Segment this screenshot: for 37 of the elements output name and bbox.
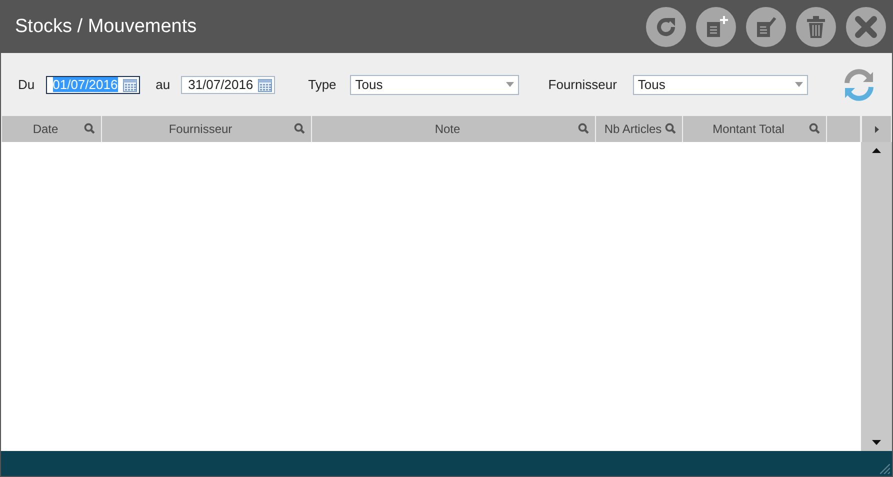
refresh-icon[interactable] [842, 68, 876, 102]
from-label: Du [18, 77, 35, 92]
calendar-icon[interactable] [122, 78, 137, 92]
column-header[interactable]: Montant Total [683, 116, 826, 142]
supplier-label: Fournisseur [548, 77, 617, 92]
date-field[interactable]: 01/07/2016 [46, 76, 140, 94]
column-header[interactable]: Fournisseur [102, 116, 311, 142]
column-header[interactable]: Nb Articles [596, 116, 682, 142]
window-title: Stocks / Mouvements [15, 16, 198, 38]
search-icon[interactable] [84, 123, 95, 134]
trash-icon [805, 15, 827, 39]
resize-grip-icon[interactable] [880, 464, 890, 474]
edit-document-button[interactable] [746, 7, 786, 47]
column-header[interactable]: Note [312, 116, 595, 142]
supplier-dropdown[interactable]: Tous [632, 74, 808, 94]
to-label: au [156, 77, 170, 92]
calendar-icon[interactable] [258, 78, 272, 92]
reload-icon [654, 15, 678, 39]
close-button[interactable] [846, 7, 886, 47]
type-dropdown[interactable]: Tous [350, 74, 520, 94]
search-icon[interactable] [809, 123, 820, 134]
search-icon[interactable] [294, 123, 305, 134]
caret-icon [874, 126, 878, 132]
delete-button[interactable] [796, 7, 836, 47]
scroll-down-icon[interactable] [872, 440, 881, 445]
date-field[interactable]: 31/07/2016 [181, 76, 276, 94]
dropdown-caret-icon[interactable] [794, 82, 803, 87]
scroll-up-icon[interactable] [872, 148, 881, 153]
reload-button[interactable] [646, 7, 686, 47]
search-icon[interactable] [578, 123, 589, 134]
vertical-scrollbar[interactable] [861, 142, 892, 451]
search-icon[interactable] [665, 123, 676, 134]
new-document-button[interactable] [696, 7, 736, 47]
type-label: Type [308, 77, 336, 92]
dropdown-caret-icon[interactable] [506, 82, 514, 87]
close-icon [854, 15, 878, 39]
column-header[interactable]: Date [2, 116, 101, 142]
